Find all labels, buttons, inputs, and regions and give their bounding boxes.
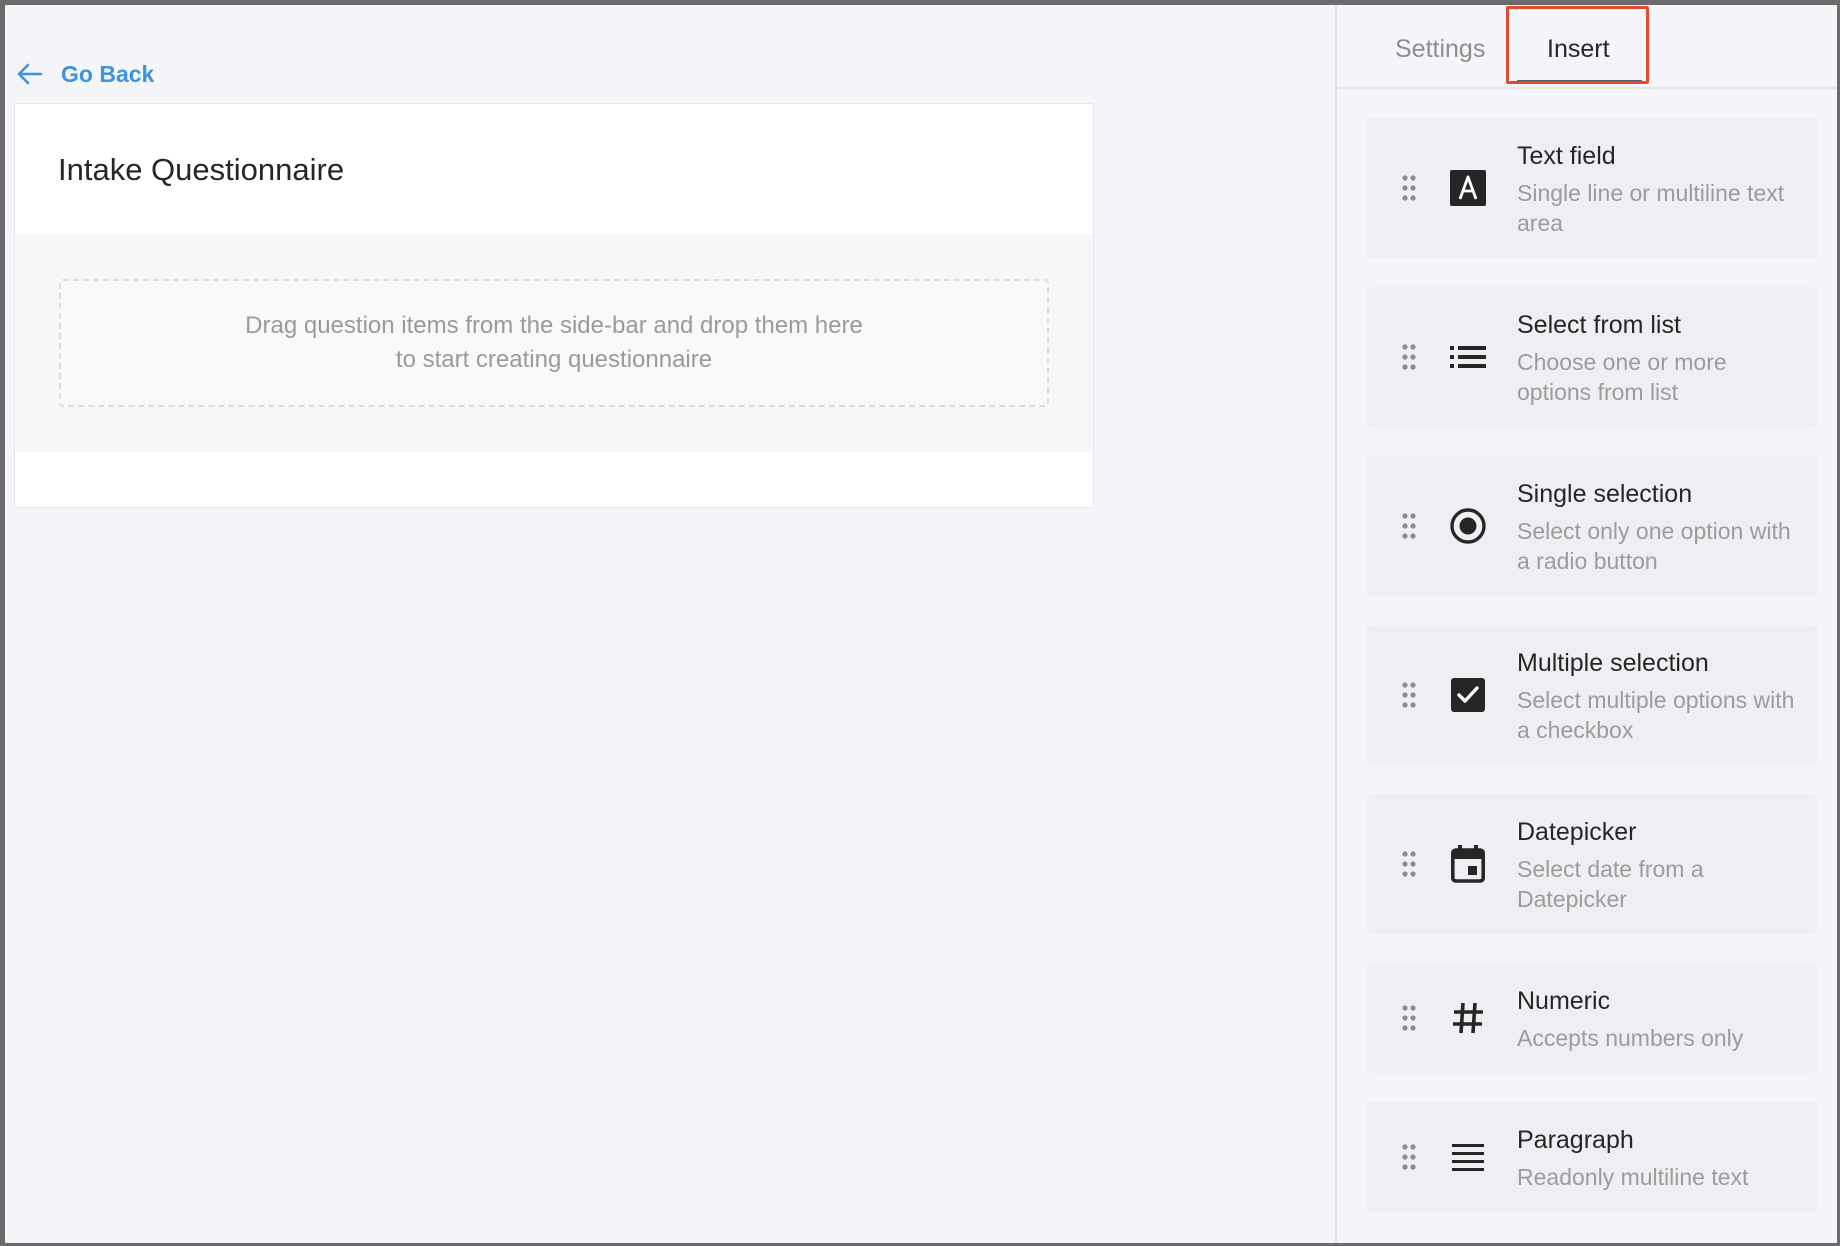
hash-icon (1448, 998, 1488, 1038)
drop-zone-text: Drag question items from the side-bar an… (245, 312, 863, 373)
item-numeric[interactable]: Numeric Accepts numbers only (1366, 963, 1818, 1073)
item-description: Readonly multiline text (1517, 1164, 1749, 1190)
item-title: Multiple selection (1517, 649, 1709, 677)
paragraph-icon (1448, 1137, 1488, 1177)
active-tab-indicator (1517, 80, 1642, 83)
list-icon (1448, 337, 1488, 377)
tab-settings[interactable]: Settings (1395, 35, 1485, 64)
item-title: Single selection (1517, 480, 1693, 508)
drag-handle-icon[interactable] (1402, 344, 1416, 370)
drop-zone[interactable]: Drag question items from the side-bar an… (59, 279, 1049, 407)
item-description: Accepts numbers only (1517, 1025, 1744, 1051)
item-single-selection[interactable]: Single selection Select only one option … (1366, 456, 1818, 596)
item-datepicker[interactable]: Datepicker Select date from a Datepicker (1366, 794, 1818, 934)
item-paragraph[interactable]: Paragraph Readonly multiline text (1366, 1102, 1818, 1212)
drag-handle-icon[interactable] (1402, 682, 1416, 708)
question-item-list: Text field Single line or multiline text… (1366, 118, 1818, 1241)
drag-handle-icon[interactable] (1402, 851, 1416, 877)
item-title: Text field (1517, 142, 1616, 170)
drag-handle-icon[interactable] (1402, 1005, 1416, 1031)
text-field-icon (1448, 168, 1488, 208)
item-title: Numeric (1517, 987, 1611, 1015)
item-title: Paragraph (1517, 1126, 1634, 1154)
item-multiple-selection[interactable]: Multiple selection Select multiple optio… (1366, 625, 1818, 765)
item-description: Select only one option with a radio butt… (1517, 518, 1791, 574)
go-back-link[interactable]: Go Back (17, 59, 154, 89)
sidebar-tabs: Settings Insert (1337, 5, 1837, 89)
item-title: Datepicker (1517, 818, 1637, 846)
page-title: Intake Questionnaire (58, 152, 345, 187)
item-description: Select date from a Datepicker (1517, 856, 1704, 912)
question-area: Drag question items from the side-bar an… (15, 234, 1093, 452)
item-description: Select multiple options with a checkbox (1517, 687, 1795, 743)
item-title: Select from list (1517, 311, 1681, 339)
questionnaire-card: Intake Questionnaire Drag question items… (14, 103, 1094, 508)
drag-handle-icon[interactable] (1402, 1144, 1416, 1170)
app-window: Go Back Intake Questionnaire Drag questi… (5, 5, 1837, 1243)
main-area: Go Back Intake Questionnaire Drag questi… (5, 5, 1335, 1243)
item-description: Single line or multiline text area (1517, 180, 1785, 236)
insert-sidebar: Settings Insert Text field Single line o… (1335, 5, 1837, 1243)
calendar-icon (1448, 844, 1488, 884)
drag-handle-icon[interactable] (1402, 175, 1416, 201)
item-text-field[interactable]: Text field Single line or multiline text… (1366, 118, 1818, 258)
go-back-label: Go Back (61, 60, 155, 87)
arrow-left-icon (17, 59, 47, 89)
checkbox-icon (1448, 675, 1488, 715)
item-select-from-list[interactable]: Select from list Choose one or more opti… (1366, 287, 1818, 427)
tab-insert[interactable]: Insert (1547, 35, 1610, 64)
radio-button-icon (1448, 506, 1488, 546)
drag-handle-icon[interactable] (1402, 513, 1416, 539)
item-description: Choose one or more options from list (1517, 349, 1727, 405)
